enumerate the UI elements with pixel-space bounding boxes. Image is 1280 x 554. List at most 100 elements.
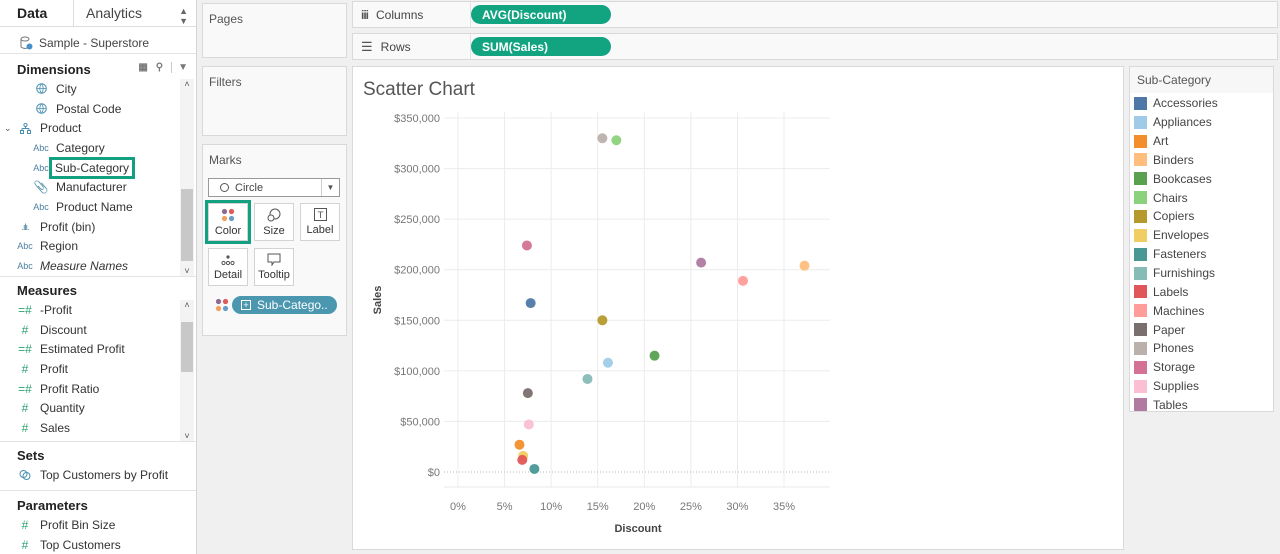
- data-point-paper[interactable]: [522, 388, 533, 399]
- legend-item-fasteners[interactable]: Fasteners: [1130, 245, 1273, 264]
- x-axis-label: Discount: [614, 523, 661, 535]
- filters-card[interactable]: Filters: [202, 66, 347, 136]
- detail-label: Detail: [213, 268, 243, 281]
- expand-icon[interactable]: +: [241, 300, 251, 310]
- legend-item-art[interactable]: Art: [1130, 132, 1273, 151]
- tab-data[interactable]: Data: [0, 0, 73, 26]
- tab-analytics[interactable]: Analytics ▲ ▼: [73, 0, 196, 26]
- label-button[interactable]: T Label: [300, 203, 340, 241]
- field-manufacturer[interactable]: 📎 Manufacturer: [0, 177, 196, 197]
- scrollbar[interactable]: ˄ ˅: [180, 300, 194, 441]
- menu-dropdown-icon[interactable]: ▼: [171, 62, 188, 73]
- field-profit-bin-size[interactable]: # Profit Bin Size: [0, 515, 196, 535]
- data-point-bookcases[interactable]: [649, 350, 660, 361]
- legend-item-furnishings[interactable]: Furnishings: [1130, 264, 1273, 283]
- data-point-binders[interactable]: [799, 260, 810, 271]
- field-quantity[interactable]: # Quantity: [0, 398, 196, 418]
- legend-label: Supplies: [1153, 379, 1200, 394]
- legend-item-accessories[interactable]: Accessories: [1130, 94, 1273, 113]
- field-product[interactable]: ⌄ Product: [0, 118, 196, 138]
- sum-sales-pill[interactable]: SUM(Sales): [471, 37, 611, 56]
- field-sales[interactable]: # Sales: [0, 418, 196, 438]
- legend-item-storage[interactable]: Storage: [1130, 358, 1273, 377]
- color-button[interactable]: Color: [205, 200, 251, 244]
- legend-label: Storage: [1153, 360, 1196, 375]
- data-point-chairs[interactable]: [611, 135, 622, 146]
- number-icon: #: [21, 361, 29, 376]
- scroll-thumb[interactable]: [181, 322, 193, 372]
- data-point-tables[interactable]: [696, 257, 707, 268]
- tooltip-button[interactable]: Tooltip: [254, 248, 294, 286]
- data-point-phones[interactable]: [597, 133, 608, 144]
- scrollbar[interactable]: ˄ ˅: [180, 79, 194, 276]
- legend-item-labels[interactable]: Labels: [1130, 282, 1273, 301]
- legend-item-bookcases[interactable]: Bookcases: [1130, 169, 1273, 188]
- field-city[interactable]: City: [0, 79, 196, 99]
- data-point-copiers[interactable]: [597, 315, 608, 326]
- mark-type-select[interactable]: Circle ▼: [208, 178, 340, 197]
- scroll-down-icon[interactable]: ˅: [180, 431, 194, 441]
- legend-item-copiers[interactable]: Copiers: [1130, 207, 1273, 226]
- data-point-storage[interactable]: [521, 240, 532, 251]
- field-profit-ratio[interactable]: =# Profit Ratio: [0, 379, 196, 399]
- pages-card[interactable]: Pages: [202, 3, 347, 58]
- data-point-labels[interactable]: [517, 454, 528, 465]
- field-top-customers-by-profit[interactable]: Top Customers by Profit: [0, 465, 196, 485]
- legend-item-binders[interactable]: Binders: [1130, 151, 1273, 170]
- scroll-thumb[interactable]: [181, 189, 193, 261]
- data-point-furnishings[interactable]: [582, 373, 593, 384]
- field-sub-category[interactable]: Abc Sub-Category: [0, 156, 196, 179]
- legend-item-machines[interactable]: Machines: [1130, 301, 1273, 320]
- abc-icon: Abc: [17, 261, 33, 272]
- grid-view-icon[interactable]: ▦: [138, 62, 147, 73]
- data-point-appliances[interactable]: [602, 357, 613, 368]
- field-profit[interactable]: =# -Profit: [0, 300, 196, 320]
- data-point-art[interactable]: [514, 439, 525, 450]
- legend-item-envelopes[interactable]: Envelopes: [1130, 226, 1273, 245]
- field-region[interactable]: Abc Region: [0, 237, 196, 257]
- field-category[interactable]: Abc Category: [0, 138, 196, 158]
- subcategory-color-pill[interactable]: + Sub-Catego..: [232, 296, 337, 314]
- field-profit[interactable]: # Profit: [0, 359, 196, 379]
- rows-shelf[interactable]: ☰ Rows SUM(Sales): [352, 33, 1278, 60]
- avg-discount-pill[interactable]: AVG(Discount): [471, 5, 611, 24]
- legend-swatch: [1134, 266, 1147, 280]
- field-estimated-profit[interactable]: =# Estimated Profit: [0, 339, 196, 359]
- legend-item-supplies[interactable]: Supplies: [1130, 377, 1273, 396]
- legend-label: Machines: [1153, 303, 1205, 318]
- legend-item-phones[interactable]: Phones: [1130, 339, 1273, 358]
- scroll-up-icon[interactable]: ˄: [180, 79, 194, 89]
- detail-button[interactable]: Detail: [208, 248, 248, 286]
- scroll-down-icon[interactable]: ˅: [180, 266, 194, 276]
- x-tick-label: 15%: [587, 501, 609, 513]
- columns-label: Columns: [376, 7, 424, 22]
- legend-item-appliances[interactable]: Appliances: [1130, 113, 1273, 132]
- size-button[interactable]: Size: [254, 203, 294, 241]
- data-point-supplies[interactable]: [523, 419, 534, 430]
- calc-number-icon: =#: [18, 381, 32, 396]
- data-point-machines[interactable]: [738, 275, 749, 286]
- data-point-fasteners[interactable]: [529, 463, 540, 474]
- legend-swatch: [1134, 304, 1147, 318]
- datasource[interactable]: Sample - Superstore: [0, 27, 196, 54]
- legend-item-chairs[interactable]: Chairs: [1130, 188, 1273, 207]
- subcategory-pill-label: Sub-Catego..: [257, 298, 328, 312]
- x-tick-label: 0%: [450, 501, 466, 513]
- field-measure-names[interactable]: Abc Measure Names: [0, 256, 196, 276]
- legend-item-paper[interactable]: Paper: [1130, 320, 1273, 339]
- field-discount[interactable]: # Discount: [0, 320, 196, 340]
- search-icon[interactable]: ⚲: [156, 62, 163, 73]
- label-label: Label: [306, 224, 334, 236]
- field-postal-code[interactable]: Postal Code: [0, 99, 196, 119]
- data-point-accessories[interactable]: [525, 298, 536, 309]
- expand-chevron-icon[interactable]: ⌄: [4, 123, 14, 134]
- field-profit-bin[interactable]: .ılı. Profit (bin): [0, 217, 196, 237]
- legend-item-tables[interactable]: Tables: [1130, 396, 1273, 415]
- legend-label: Art: [1153, 134, 1169, 149]
- scroll-up-icon[interactable]: ˄: [180, 300, 194, 310]
- sets-header: Sets: [0, 445, 196, 465]
- field-top-customers[interactable]: # Top Customers: [0, 535, 196, 554]
- field-product-name[interactable]: Abc Product Name: [0, 197, 196, 217]
- legend-swatch: [1134, 153, 1147, 167]
- columns-shelf[interactable]: iii Columns AVG(Discount): [352, 1, 1278, 28]
